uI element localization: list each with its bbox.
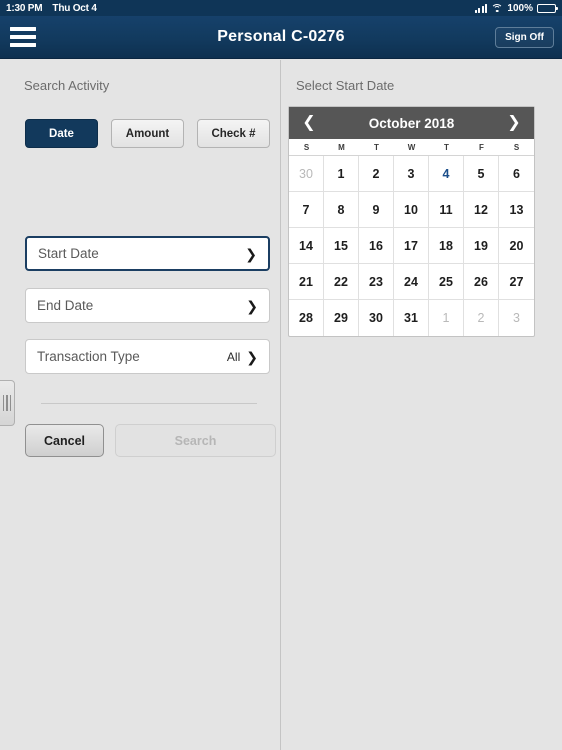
chevron-right-icon[interactable]: ❯: [506, 115, 522, 131]
calendar-weekday-3: W: [407, 143, 416, 152]
calendar-day-cell[interactable]: 15: [324, 228, 359, 264]
calendar-weekday-5: F: [479, 143, 484, 152]
search-button[interactable]: Search: [115, 424, 276, 457]
calendar-day-cell[interactable]: 10: [394, 192, 429, 228]
start-date-label: Start Date: [38, 246, 99, 261]
calendar-day-cell[interactable]: 25: [429, 264, 464, 300]
calendar-weekday-header: SMTWTFS: [289, 139, 534, 156]
navigation-bar: Personal C-0276 Sign Off: [0, 16, 562, 59]
chevron-right-icon: ❯: [246, 348, 258, 365]
calendar-weekday-1: M: [338, 143, 345, 152]
form-divider: [41, 403, 257, 404]
calendar-day-cell[interactable]: 19: [464, 228, 499, 264]
date-picker-calendar: ❮ October 2018 ❯ SMTWTFS 30 1 2 3 4 5 6 7 8 9 10 11…: [288, 106, 535, 337]
calendar-day-cell[interactable]: 22: [324, 264, 359, 300]
calendar-day-cell[interactable]: 8: [324, 192, 359, 228]
calendar-day-cell[interactable]: 16: [359, 228, 394, 264]
form-actions: Cancel Search: [25, 424, 276, 457]
wifi-icon: [491, 3, 504, 13]
search-type-amount-button[interactable]: Amount: [111, 119, 184, 148]
calendar-day-cell[interactable]: 21: [289, 264, 324, 300]
calendar-day-cell[interactable]: 7: [289, 192, 324, 228]
calendar-weekday-0: S: [303, 143, 310, 152]
calendar-day-cell[interactable]: 17: [394, 228, 429, 264]
status-indicators: 100%: [474, 2, 558, 14]
calendar-day-cell[interactable]: 4: [429, 156, 464, 192]
calendar-day-cell[interactable]: 20: [499, 228, 534, 264]
calendar-day-cell[interactable]: 6: [499, 156, 534, 192]
status-date: Thu Oct 4: [52, 2, 97, 14]
page-title: Personal C-0276: [217, 28, 345, 45]
chevron-left-icon[interactable]: ❮: [301, 115, 317, 131]
search-activity-panel: Search Activity Date Amount Check # Star…: [0, 60, 281, 750]
drag-handle-icon[interactable]: [0, 380, 15, 426]
calendar-day-cell[interactable]: 9: [359, 192, 394, 228]
end-date-label: End Date: [37, 298, 94, 313]
search-type-check-button[interactable]: Check #: [197, 119, 270, 148]
calendar-month-title: October 2018: [368, 115, 455, 131]
app-root: 1:30 PM Thu Oct 4 100% Personal C-0276 S…: [0, 0, 562, 750]
panels-container: Search Activity Date Amount Check # Star…: [0, 60, 562, 750]
calendar-day-cell[interactable]: 5: [464, 156, 499, 192]
chevron-right-icon: ❯: [245, 245, 257, 262]
cellular-signal-icon: [474, 3, 488, 13]
calendar-weekday-6: S: [513, 143, 520, 152]
calendar-day-cell[interactable]: 2: [359, 156, 394, 192]
cancel-button[interactable]: Cancel: [25, 424, 104, 457]
search-type-date-button[interactable]: Date: [25, 119, 98, 148]
calendar-day-cell[interactable]: 24: [394, 264, 429, 300]
calendar-day-cell[interactable]: 2: [464, 300, 499, 336]
search-activity-heading: Search Activity: [24, 78, 110, 93]
transaction-type-value: All: [226, 349, 241, 364]
transaction-type-label: Transaction Type: [37, 349, 140, 364]
calendar-day-cell[interactable]: 1: [324, 156, 359, 192]
status-bar: 1:30 PM Thu Oct 4 100%: [0, 0, 562, 16]
select-start-date-panel: Select Start Date ❮ October 2018 ❯ S M T W T…: [281, 60, 562, 750]
calendar-day-cell[interactable]: 31: [394, 300, 429, 336]
calendar-day-cell[interactable]: 3: [394, 156, 429, 192]
calendar-day-cell[interactable]: 1: [429, 300, 464, 336]
calendar-day-cell[interactable]: 12: [464, 192, 499, 228]
sign-off-button[interactable]: Sign Off: [495, 26, 554, 48]
calendar-weekday-2: T: [374, 143, 379, 152]
calendar-day-cell[interactable]: 18: [429, 228, 464, 264]
calendar-day-cell[interactable]: 14: [289, 228, 324, 264]
calendar-day-cell[interactable]: 29: [324, 300, 359, 336]
end-date-field[interactable]: End Date ❯: [25, 288, 270, 323]
calendar-day-cell[interactable]: 27: [499, 264, 534, 300]
status-time: 1:30 PM: [6, 2, 43, 14]
calendar-day-grid: 30 1 2 3 4 5 6 7 8 9 10 11 12 13 14 15 16 17 18 19 20 21 22 23 2…: [289, 156, 534, 336]
calendar-day-cell[interactable]: 3: [499, 300, 534, 336]
battery-full-icon: [537, 3, 558, 13]
calendar-day-cell[interactable]: 30: [359, 300, 394, 336]
select-start-date-heading: Select Start Date: [296, 78, 395, 93]
search-type-segmented-control: Date Amount Check #: [25, 119, 270, 148]
calendar-day-cell[interactable]: 23: [359, 264, 394, 300]
calendar-header: ❮ October 2018 ❯: [289, 107, 534, 139]
calendar-day-cell[interactable]: 28: [289, 300, 324, 336]
calendar-day-cell[interactable]: 26: [464, 264, 499, 300]
calendar-weekday-4: T: [444, 143, 449, 152]
calendar-day-cell[interactable]: 30: [289, 156, 324, 192]
battery-percent-label: 100%: [507, 2, 533, 14]
calendar-day-cell[interactable]: 11: [429, 192, 464, 228]
transaction-type-field[interactable]: Transaction Type All ❯: [25, 339, 270, 374]
calendar-day-cell[interactable]: 13: [499, 192, 534, 228]
start-date-field[interactable]: Start Date ❯: [25, 236, 270, 271]
chevron-right-icon: ❯: [246, 297, 258, 314]
hamburger-menu-icon[interactable]: [10, 27, 36, 47]
